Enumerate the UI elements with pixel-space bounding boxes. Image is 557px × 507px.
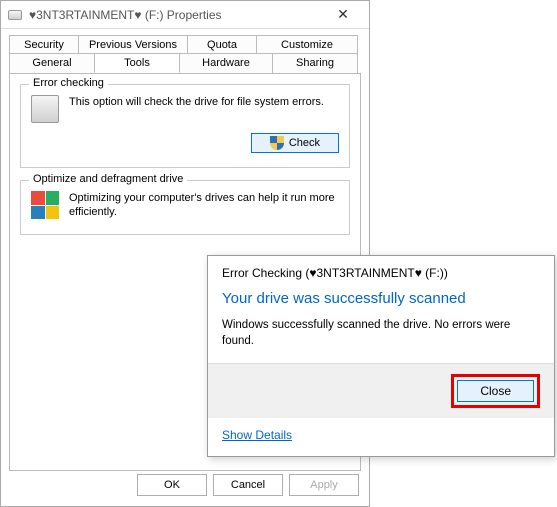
close-button-highlight: Close (451, 374, 540, 408)
ok-button[interactable]: OK (137, 474, 207, 496)
apply-button[interactable]: Apply (289, 474, 359, 496)
defrag-group: Optimize and defragment drive Optimizing… (20, 180, 350, 235)
error-checking-dialog: Error Checking (♥3NT3RTAINMENT♥ (F:)) Yo… (207, 255, 555, 457)
error-checking-group: Error checking This option will check th… (20, 84, 350, 168)
uac-shield-icon (270, 136, 284, 150)
defrag-icon (31, 191, 59, 219)
tab-general[interactable]: General (9, 53, 95, 73)
defrag-group-title: Optimize and defragment drive (29, 173, 187, 185)
tab-row-1: Security Previous Versions Quota Customi… (9, 35, 361, 54)
tab-tools[interactable]: Tools (94, 53, 180, 73)
tab-hardware[interactable]: Hardware (179, 53, 273, 73)
tab-row-2: General Tools Hardware Sharing (9, 53, 361, 73)
error-dialog-body: Windows successfully scanned the drive. … (208, 317, 554, 363)
cancel-button[interactable]: Cancel (213, 474, 283, 496)
close-button[interactable]: Close (457, 380, 534, 402)
check-button[interactable]: Check (251, 133, 339, 153)
error-dialog-headline: Your drive was successfully scanned (208, 284, 554, 317)
drive-icon (7, 7, 23, 23)
window-title: ♥3NT3RTAINMENT♥ (F:) Properties (29, 8, 323, 22)
tab-previous-versions[interactable]: Previous Versions (78, 35, 188, 54)
window-close-button[interactable]: ✕ (323, 2, 363, 28)
check-button-label: Check (289, 137, 320, 149)
error-dialog-footer: Show Details (208, 418, 554, 456)
drive-check-icon (31, 95, 59, 123)
tab-quota[interactable]: Quota (187, 35, 257, 54)
error-checking-text: This option will check the drive for fil… (69, 95, 324, 109)
tab-sharing[interactable]: Sharing (272, 53, 358, 73)
dialog-button-row: OK Cancel Apply (137, 474, 359, 496)
show-details-link[interactable]: Show Details (222, 428, 292, 442)
defrag-text: Optimizing your computer's drives can he… (69, 191, 339, 220)
error-checking-group-title: Error checking (29, 77, 108, 89)
error-dialog-header: Error Checking (♥3NT3RTAINMENT♥ (F:)) (208, 256, 554, 284)
tab-customize[interactable]: Customize (256, 35, 358, 54)
titlebar[interactable]: ♥3NT3RTAINMENT♥ (F:) Properties ✕ (1, 1, 369, 29)
error-dialog-button-row: Close (208, 363, 554, 418)
tab-security[interactable]: Security (9, 35, 79, 54)
